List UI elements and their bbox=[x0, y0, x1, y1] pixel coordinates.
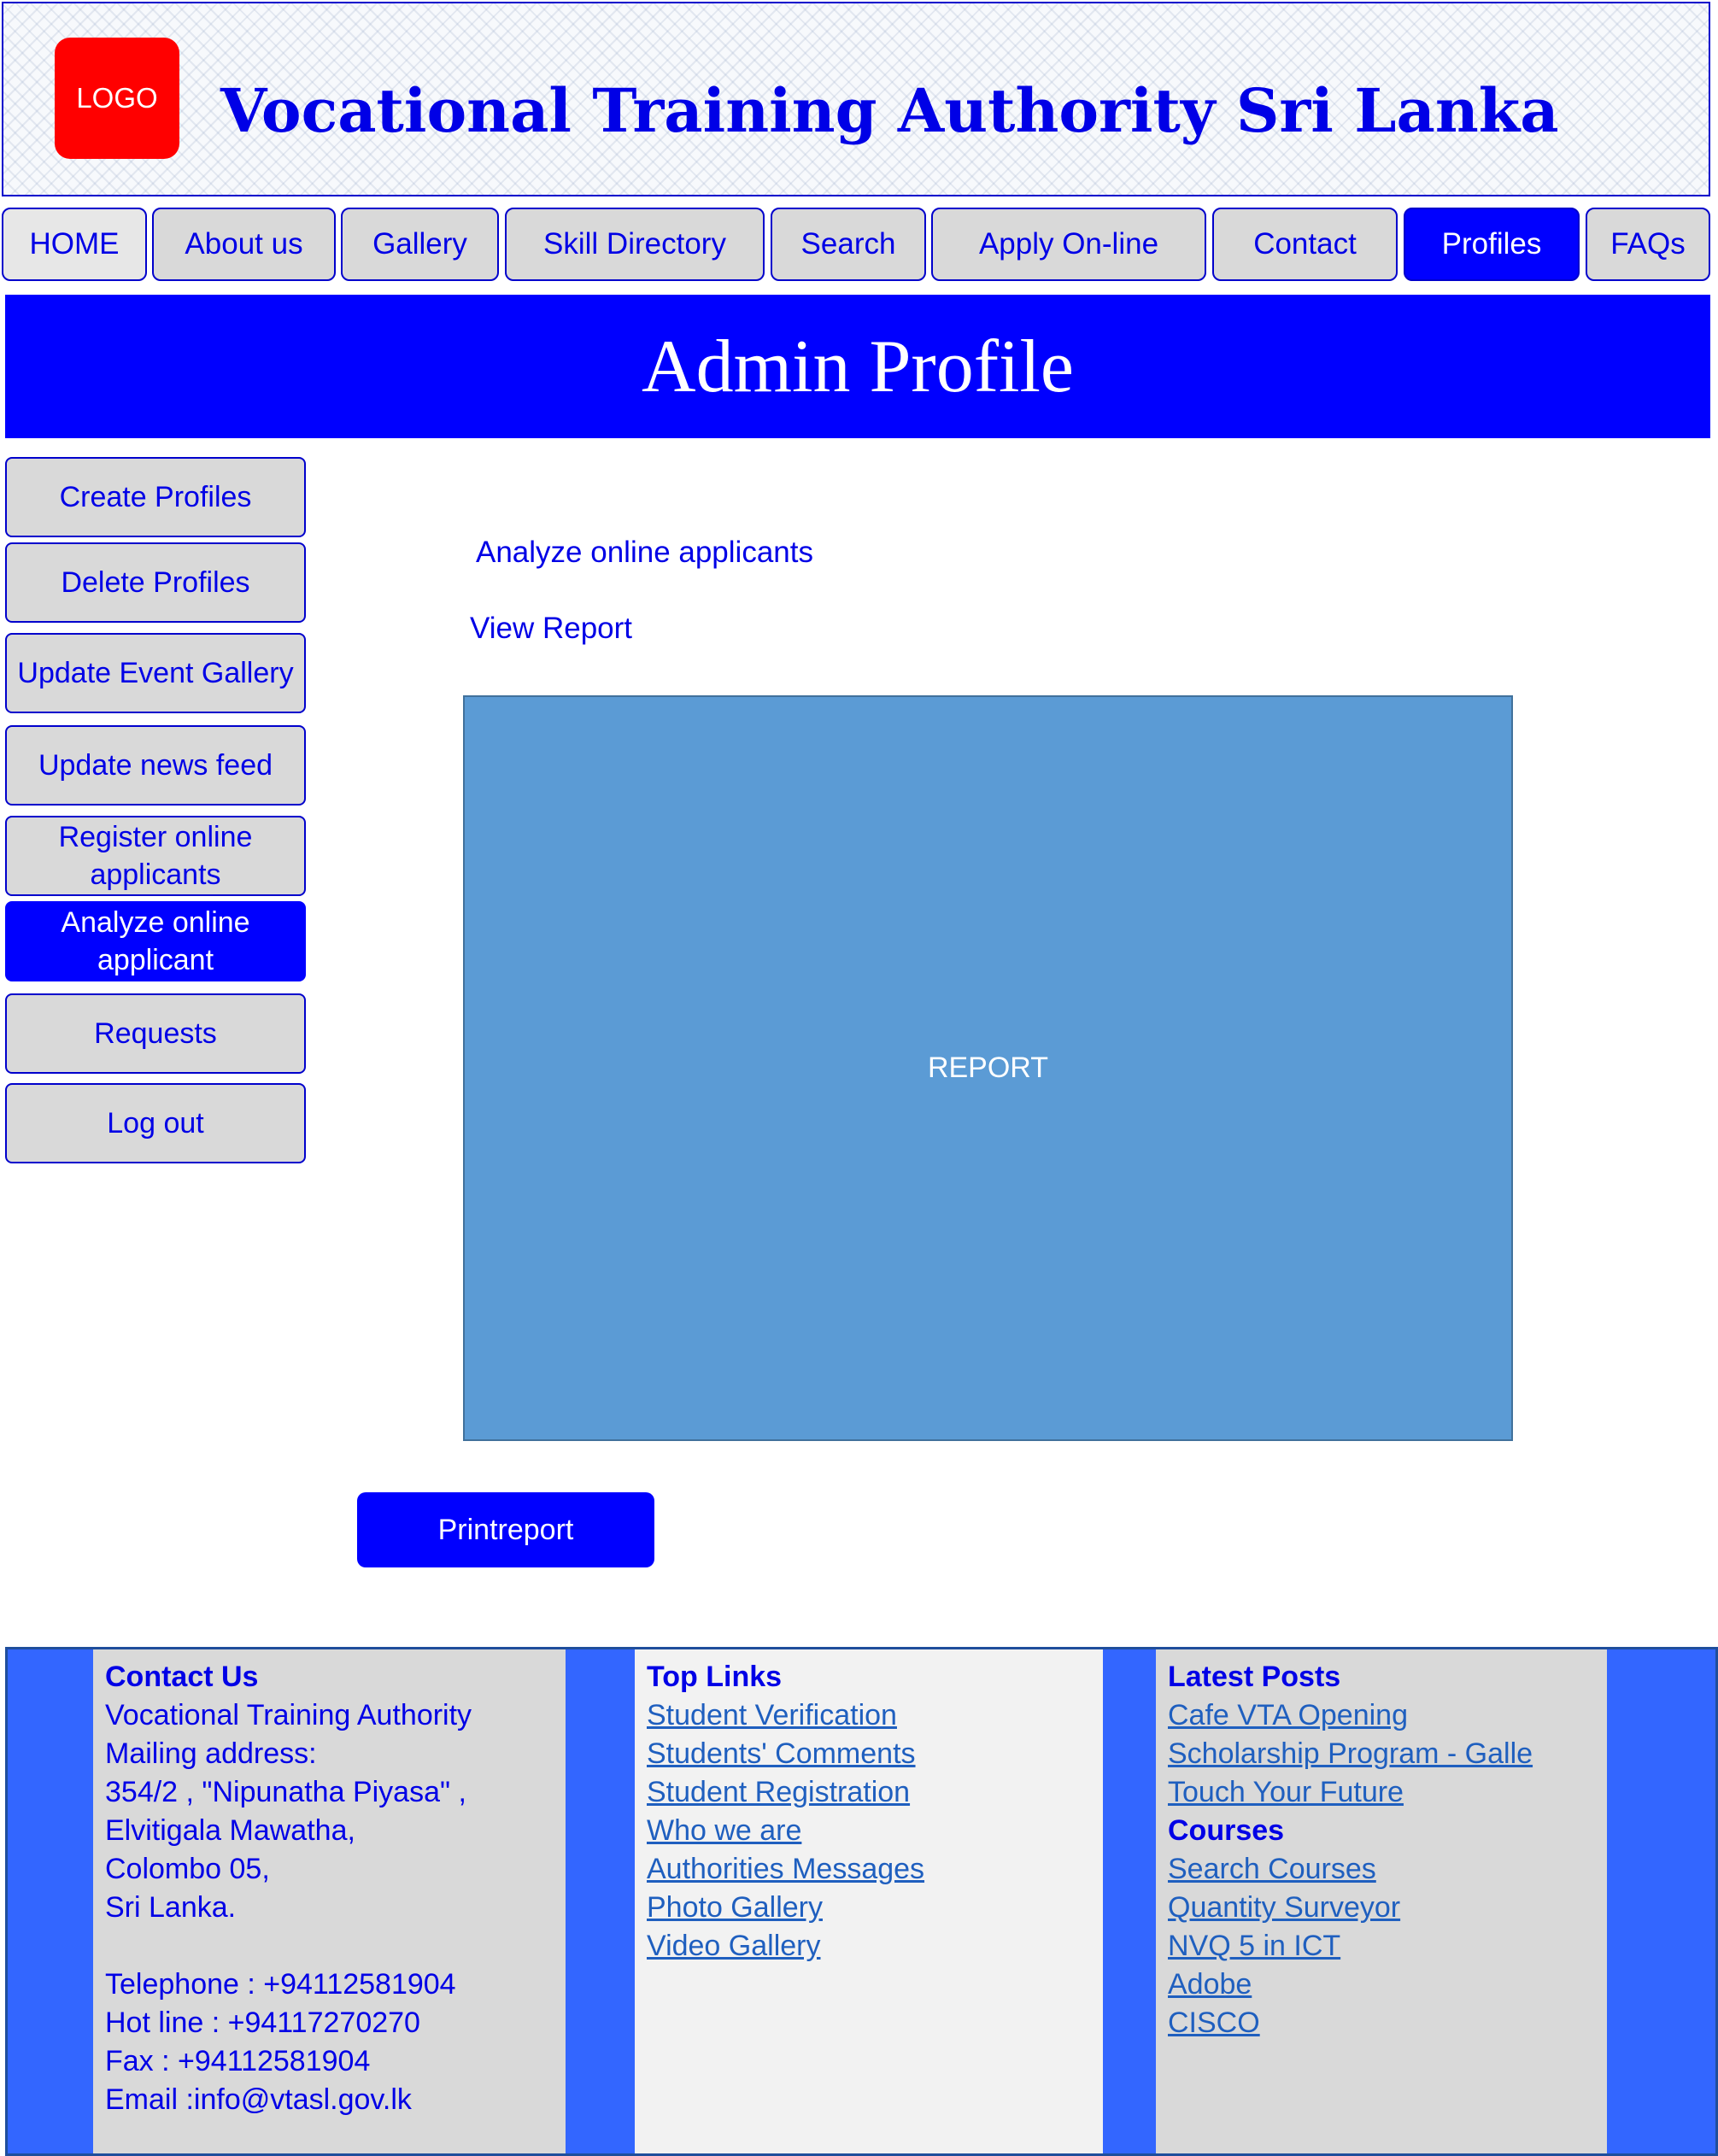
footer-link[interactable]: Students' Comments bbox=[647, 1735, 1091, 1773]
footer-link[interactable]: Photo Gallery bbox=[647, 1889, 1091, 1927]
footer-email: Email :info@vtasl.gov.lk bbox=[105, 2083, 412, 2116]
footer-link[interactable]: Student Registration bbox=[647, 1773, 1091, 1812]
nav-skill-directory[interactable]: Skill Directory bbox=[505, 208, 765, 281]
footer-latest-posts-column: Latest Posts Cafe VTA Opening Scholarshi… bbox=[1156, 1649, 1607, 2153]
print-report-button[interactable]: Printreport bbox=[357, 1492, 654, 1567]
section-heading: Analyze online applicants bbox=[476, 536, 813, 569]
sidebar-item-log-out[interactable]: Log out bbox=[5, 1083, 306, 1163]
sidebar-item-update-event-gallery[interactable]: Update Event Gallery bbox=[5, 633, 306, 713]
page-title-banner: Admin Profile bbox=[5, 295, 1710, 438]
nav-apply-online[interactable]: Apply On-line bbox=[931, 208, 1206, 281]
sidebar-item-analyze-online-applicant[interactable]: Analyze online applicant bbox=[5, 901, 306, 981]
footer-link[interactable]: Who we are bbox=[647, 1812, 1091, 1850]
footer-contact-line: Sri Lanka. bbox=[105, 1891, 237, 1924]
report-placeholder-label: REPORT bbox=[927, 1052, 1049, 1084]
sidebar-item-create-profiles[interactable]: Create Profiles bbox=[5, 457, 306, 537]
footer-post-link[interactable]: Scholarship Program - Galle bbox=[1168, 1735, 1595, 1773]
footer-course-link[interactable]: Search Courses bbox=[1168, 1850, 1595, 1889]
footer-contact-line: Colombo 05, bbox=[105, 1853, 270, 1885]
footer-link[interactable]: Authorities Messages bbox=[647, 1850, 1091, 1889]
footer-course-link[interactable]: CISCO bbox=[1168, 2004, 1595, 2042]
footer-course-link[interactable]: Quantity Surveyor bbox=[1168, 1889, 1595, 1927]
footer-contact-spacer bbox=[105, 1927, 554, 1966]
footer-top-links-heading: Top Links bbox=[647, 1661, 783, 1693]
footer-post-link[interactable]: Cafe VTA Opening bbox=[1168, 1696, 1595, 1735]
footer-hotline: Hot line : +94117270270 bbox=[105, 2007, 420, 2039]
nav-profiles[interactable]: Profiles bbox=[1404, 208, 1580, 281]
footer-contact-line: Vocational Training Authority bbox=[105, 1699, 472, 1731]
footer-contact-line: Mailing address: bbox=[105, 1737, 317, 1770]
footer-course-link[interactable]: NVQ 5 in ICT bbox=[1168, 1927, 1595, 1966]
report-area: REPORT bbox=[463, 695, 1513, 1441]
footer-latest-posts-heading: Latest Posts bbox=[1168, 1661, 1341, 1693]
sidebar-item-update-news-feed[interactable]: Update news feed bbox=[5, 725, 306, 806]
sidebar-item-register-online-applicants[interactable]: Register online applicants bbox=[5, 816, 306, 896]
footer-link[interactable]: Video Gallery bbox=[647, 1927, 1091, 1966]
footer-link[interactable]: Student Verification bbox=[647, 1696, 1091, 1735]
logo[interactable]: LOGO bbox=[55, 38, 179, 159]
sidebar-item-requests[interactable]: Requests bbox=[5, 993, 306, 1074]
footer-contact-line: Elvitigala Mawatha, bbox=[105, 1814, 355, 1847]
nav-about-us[interactable]: About us bbox=[152, 208, 336, 281]
footer-contact-column: Contact Us Vocational Training Authority… bbox=[93, 1649, 566, 2153]
sidebar-item-delete-profiles[interactable]: Delete Profiles bbox=[5, 542, 306, 623]
site-title: Vocational Training Authority Sri Lanka bbox=[220, 75, 1559, 146]
footer-top-links-column: Top Links Student Verification Students'… bbox=[635, 1649, 1103, 2153]
nav-search[interactable]: Search bbox=[771, 208, 926, 281]
footer-telephone: Telephone : +94112581904 bbox=[105, 1968, 456, 2001]
footer-post-link[interactable]: Touch Your Future bbox=[1168, 1773, 1595, 1812]
nav-home[interactable]: HOME bbox=[2, 208, 147, 281]
footer-contact-heading: Contact Us bbox=[105, 1661, 259, 1693]
nav-gallery[interactable]: Gallery bbox=[341, 208, 499, 281]
footer-contact-line: 354/2 , "Nipunatha Piyasa" , bbox=[105, 1776, 466, 1808]
footer-course-link[interactable]: Adobe bbox=[1168, 1966, 1595, 2004]
nav-contact[interactable]: Contact bbox=[1212, 208, 1398, 281]
footer-courses-heading: Courses bbox=[1168, 1814, 1285, 1847]
footer-fax: Fax : +94112581904 bbox=[105, 2045, 371, 2077]
nav-faqs[interactable]: FAQs bbox=[1586, 208, 1710, 281]
view-report-link[interactable]: View Report bbox=[470, 612, 632, 646]
